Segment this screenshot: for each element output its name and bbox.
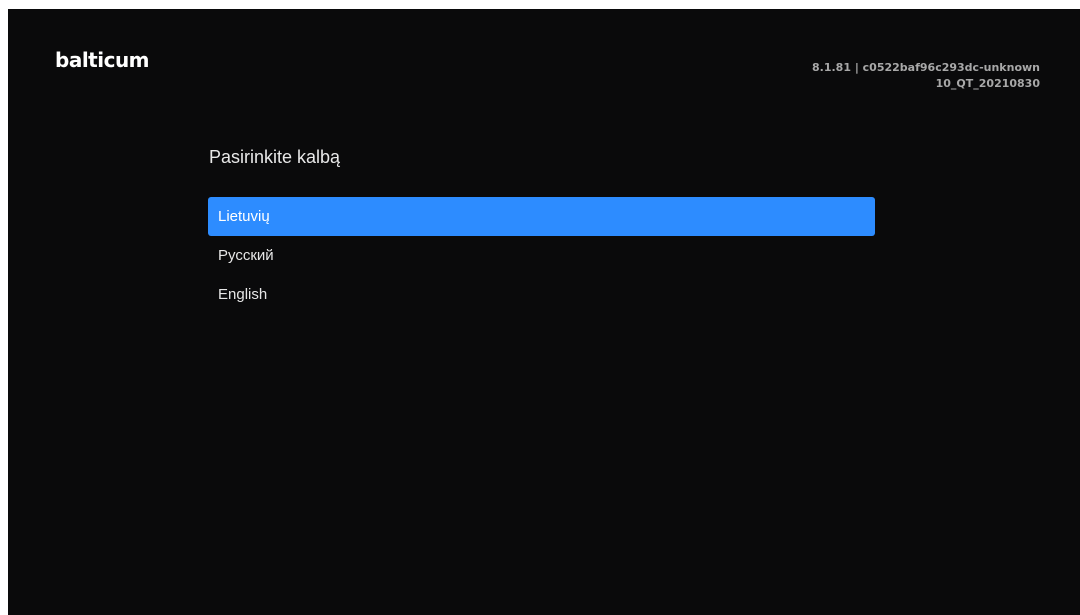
version-line-1: 8.1.81 | c0522baf96c293dc-unknown	[812, 61, 1040, 74]
tv-screen: balticum 8.1.81 | c0522baf96c293dc-unkno…	[8, 9, 1080, 615]
version-line-2: 10_QT_20210830	[935, 77, 1040, 90]
version-info: 8.1.81 | c0522baf96c293dc-unknown 10_QT_…	[812, 60, 1040, 92]
language-option-english[interactable]: English	[208, 275, 875, 314]
balticum-logo: balticum	[55, 48, 150, 72]
language-option-russian[interactable]: Русский	[208, 236, 875, 275]
page-title: Pasirinkite kalbą	[209, 147, 341, 167]
language-option-lithuanian[interactable]: Lietuvių	[208, 197, 875, 236]
language-list: Lietuvių Русский English	[208, 197, 875, 314]
